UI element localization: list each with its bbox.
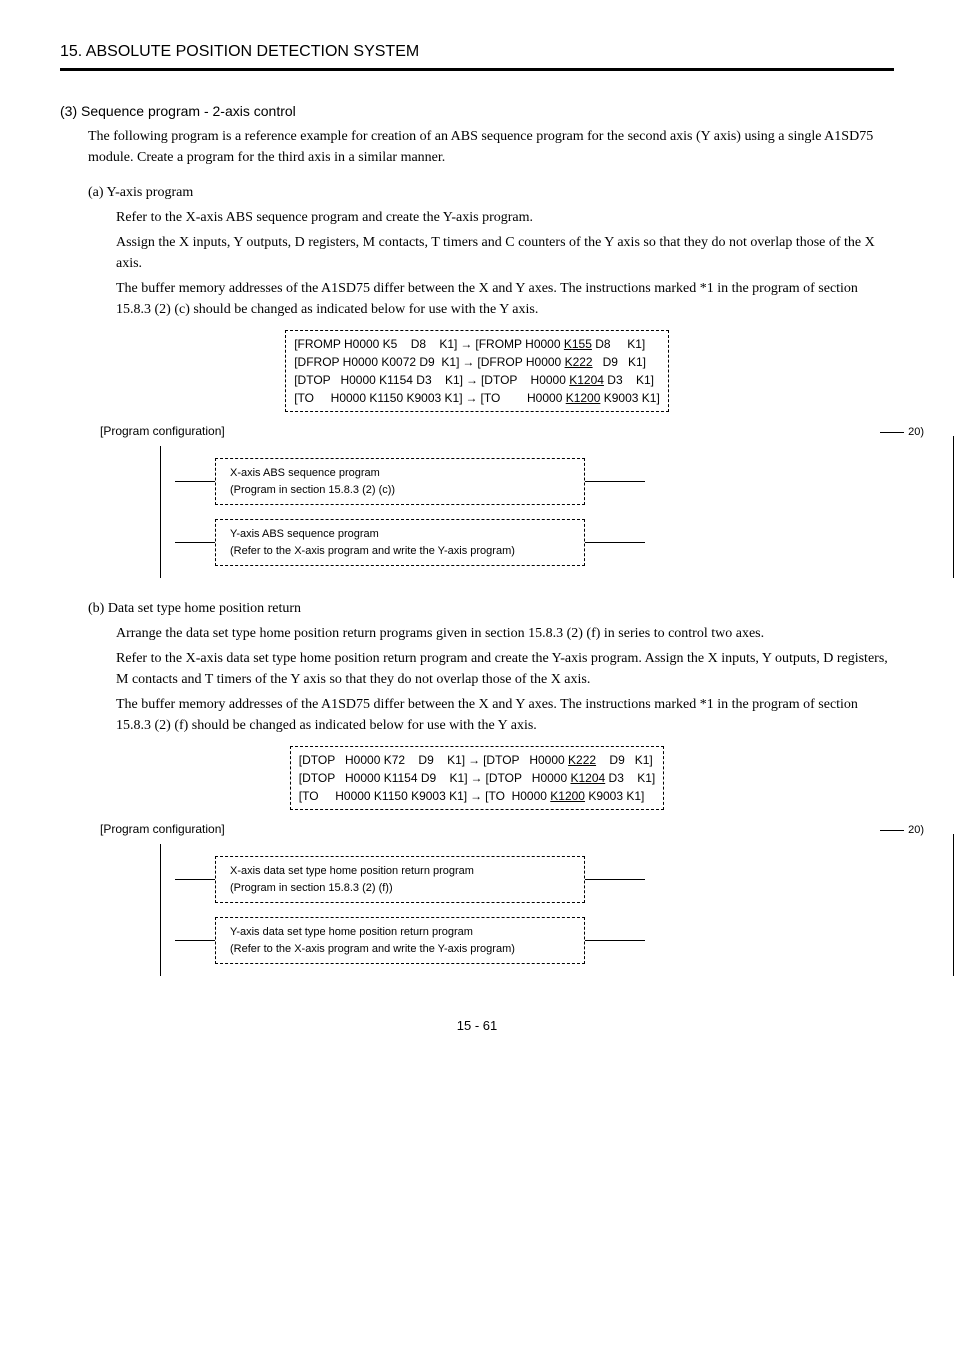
section-3-title: (3) Sequence program - 2-axis control [60, 101, 894, 122]
connector-line [585, 481, 645, 482]
subsection-b-p3: The buffer memory addresses of the A1SD7… [116, 694, 894, 736]
annotation-20: 20) [908, 822, 924, 839]
subsection-a-p3: The buffer memory addresses of the A1SD7… [116, 278, 894, 320]
left-rail [160, 844, 175, 976]
program-config-b: [Program configuration] X-axis data set … [60, 820, 894, 976]
subsection-b-p1: Arrange the data set type home position … [116, 623, 894, 644]
connector-line [175, 940, 215, 941]
box-y-axis-dataset: Y-axis data set type home position retur… [215, 917, 585, 964]
code-a-row2: [DFROP H0000 K0072 D9 K1]→[DFROP H0000 K… [294, 353, 660, 371]
connector-line [585, 940, 645, 941]
arrow-icon: → [468, 769, 486, 787]
subsection-b-p2: Refer to the X-axis data set type home p… [116, 648, 894, 690]
connector-line [585, 879, 645, 880]
page-header: 15. ABSOLUTE POSITION DETECTION SYSTEM [60, 40, 894, 71]
config-label: [Program configuration] [100, 820, 894, 838]
arrow-icon: → [467, 787, 485, 805]
left-rail [160, 446, 175, 578]
connector-line [175, 542, 215, 543]
arrow-icon: → [465, 751, 483, 769]
arrow-icon: → [463, 371, 481, 389]
subsection-a-p1: Refer to the X-axis ABS sequence program… [116, 207, 894, 228]
connector-line [175, 879, 215, 880]
program-config-a: [Program configuration] X-axis ABS seque… [60, 422, 894, 578]
code-block-a: [FROMP H0000 K5 D8 K1]→[FROMP H0000 K155… [177, 330, 777, 412]
arrow-icon: → [459, 353, 477, 371]
arrow-icon: → [457, 335, 475, 353]
subsection-a-title: (a) Y-axis program [88, 182, 894, 203]
code-b-row2: [DTOP H0000 K1154 D9 K1]→[DTOP H0000 K12… [299, 769, 655, 787]
code-b-row3: [TO H0000 K1150 K9003 K1]→[TO H0000 K120… [299, 787, 655, 805]
connector-line [585, 542, 645, 543]
config-label: [Program configuration] [100, 422, 894, 440]
box-y-axis-abs: Y-axis ABS sequence program (Refer to th… [215, 519, 585, 566]
right-rail [939, 436, 954, 578]
subsection-b-title: (b) Data set type home position return [88, 598, 894, 619]
page-number: 15 - 61 [60, 1016, 894, 1036]
code-a-row4: [TO H0000 K1150 K9003 K1]→[TO H0000 K120… [294, 389, 660, 407]
box-x-axis-abs: X-axis ABS sequence program (Program in … [215, 458, 585, 505]
box-x-axis-dataset: X-axis data set type home position retur… [215, 856, 585, 903]
subsection-a-p2: Assign the X inputs, Y outputs, D regist… [116, 232, 894, 274]
code-b-row1: [DTOP H0000 K72 D9 K1]→[DTOP H0000 K222 … [299, 751, 655, 769]
arrow-icon: → [463, 389, 481, 407]
right-rail [939, 834, 954, 976]
annotation-20: 20) [908, 424, 924, 441]
section-3-intro: The following program is a reference exa… [88, 126, 894, 168]
code-a-row3: [DTOP H0000 K1154 D3 K1]→[DTOP H0000 K12… [294, 371, 660, 389]
connector-line [175, 481, 215, 482]
code-a-row1: [FROMP H0000 K5 D8 K1]→[FROMP H0000 K155… [294, 335, 660, 353]
code-block-b: [DTOP H0000 K72 D9 K1]→[DTOP H0000 K222 … [177, 746, 777, 810]
